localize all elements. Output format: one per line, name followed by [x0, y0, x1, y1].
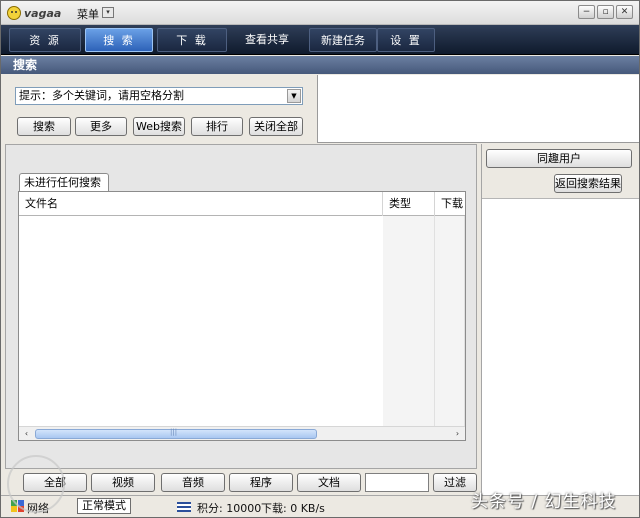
column-filename[interactable]: 文件名	[19, 192, 383, 216]
maximize-button[interactable]: ▫	[597, 5, 614, 19]
web-search-button[interactable]: Web搜索	[133, 117, 185, 136]
main-nav: 资 源 搜 索 下 载 查看共享 新建任务 设 置	[1, 25, 639, 55]
horizontal-scrollbar[interactable]: ‹ ||| ›	[19, 426, 465, 440]
column-type[interactable]: 类型	[383, 192, 435, 216]
logo-text: vagaa	[24, 6, 62, 20]
nav-tab-view-shares[interactable]: 查看共享	[231, 28, 303, 52]
nav-tab-download[interactable]: 下 载	[157, 28, 227, 52]
section-header: 搜索	[1, 56, 639, 74]
scroll-thumb[interactable]: |||	[35, 428, 317, 439]
search-keyword-combo[interactable]: 提示：多个关键词，请用空格分割 ▼	[15, 87, 303, 105]
similar-users-panel: 同趣用户 返回搜索结果	[481, 144, 639, 495]
search-keyword-value: 提示：多个关键词，请用空格分割	[19, 89, 184, 102]
filter-input[interactable]	[365, 473, 429, 492]
score-icon	[177, 502, 191, 512]
scroll-right-icon[interactable]: ›	[451, 428, 464, 440]
watermark-stamp	[7, 455, 65, 513]
combo-dropdown-icon[interactable]: ▼	[287, 89, 301, 103]
search-button[interactable]: 搜索	[17, 117, 71, 136]
menu-button[interactable]: 菜单	[77, 6, 99, 22]
results-panel: 未进行任何搜索 文件名 类型 下载 ‹ ||| ›	[5, 144, 477, 469]
download-speed-text: 下载: 0 KB/s	[261, 502, 325, 515]
tab-no-search[interactable]: 未进行任何搜索	[19, 173, 109, 191]
column-download[interactable]: 下载	[435, 192, 465, 216]
nav-tab-resources[interactable]: 资 源	[9, 28, 81, 52]
more-button[interactable]: 更多	[75, 117, 127, 136]
app-logo: vagaa	[7, 5, 61, 21]
type-column-body	[383, 216, 435, 426]
nav-tab-settings[interactable]: 设 置	[377, 28, 435, 52]
download-column-body	[435, 216, 465, 426]
filter-video-button[interactable]: 视频	[91, 473, 155, 492]
search-panel: 提示：多个关键词，请用空格分割 ▼ 搜索 更多 Web搜索 排行 关闭全部	[5, 75, 313, 141]
search-info-area	[317, 75, 639, 143]
results-list[interactable]: 文件名 类型 下载 ‹ ||| ›	[18, 191, 466, 441]
nav-tab-new-task[interactable]: 新建任务	[309, 28, 377, 52]
score-text: 积分: 10000	[197, 502, 262, 515]
close-all-button[interactable]: 关闭全部	[249, 117, 303, 136]
filter-bar: 全部 视频 音频 程序 文档 过滤	[1, 471, 481, 495]
ranking-button[interactable]: 排行	[191, 117, 243, 136]
menu-dropdown-icon[interactable]: ▾	[102, 7, 114, 18]
similar-users-button[interactable]: 同趣用户	[486, 149, 632, 168]
nav-tab-search[interactable]: 搜 索	[85, 28, 153, 52]
back-to-results-button[interactable]: 返回搜索结果	[554, 174, 622, 193]
similar-users-toolbar: 同趣用户 返回搜索结果	[482, 144, 639, 199]
scroll-left-icon[interactable]: ‹	[20, 428, 33, 440]
filter-audio-button[interactable]: 音频	[161, 473, 225, 492]
vagaa-logo-icon	[7, 6, 21, 20]
window-controls: − ▫ ✕	[578, 5, 633, 19]
app-window: vagaa 菜单 ▾ − ▫ ✕ 资 源 搜 索 下 载 查看共享 新建任务 设…	[0, 0, 640, 518]
filter-program-button[interactable]: 程序	[229, 473, 293, 492]
mode-indicator[interactable]: 正常模式	[77, 498, 131, 514]
scroll-grip: |||	[170, 428, 178, 436]
close-button[interactable]: ✕	[616, 5, 633, 19]
results-header: 文件名 类型 下载	[19, 192, 465, 216]
watermark-text: 头条号 / 幻生科技	[471, 492, 617, 512]
title-bar: vagaa 菜单 ▾ − ▫ ✕	[1, 1, 639, 25]
filter-document-button[interactable]: 文档	[297, 473, 361, 492]
minimize-button[interactable]: −	[578, 5, 595, 19]
